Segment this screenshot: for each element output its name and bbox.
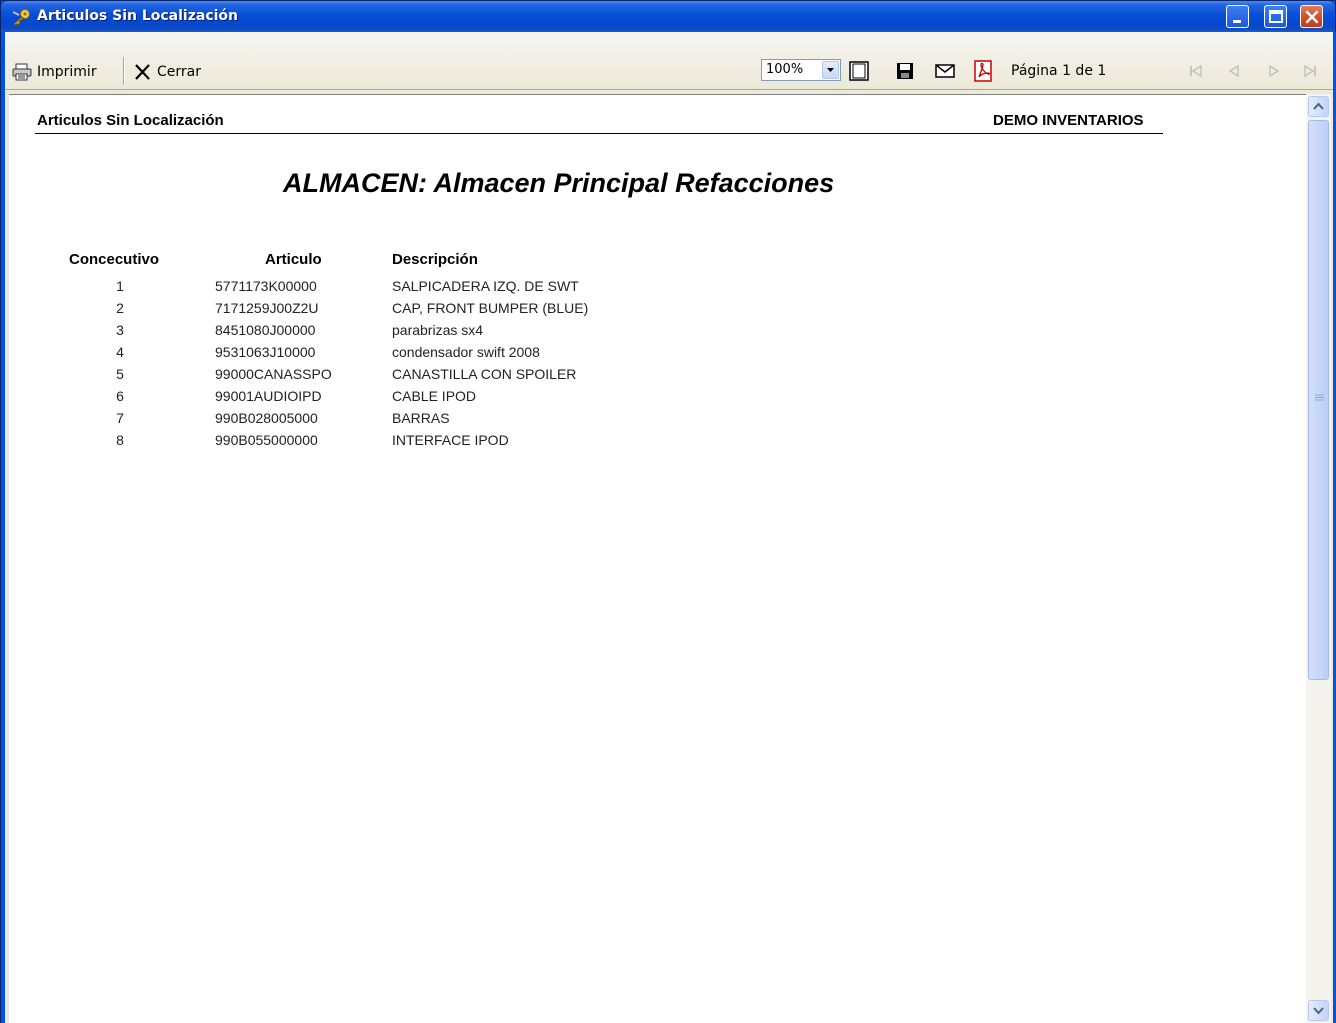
chevron-down-icon xyxy=(1313,1007,1324,1015)
row-articulo: 990B028005000 xyxy=(215,410,318,426)
row-articulo: 99000CANASSPO xyxy=(215,366,332,382)
table-row: 1 5771173K00000 SALPICADERA IZQ. DE SWT xyxy=(5,278,705,300)
grip-icon xyxy=(1315,394,1324,401)
table-row: 7 990B028005000 BARRAS xyxy=(5,410,705,432)
row-num: 3 xyxy=(116,322,124,338)
scroll-up-button[interactable] xyxy=(1308,96,1329,117)
row-descripcion: INTERFACE IPOD xyxy=(392,432,509,448)
column-header-num: Concecutivo xyxy=(69,251,160,268)
row-num: 6 xyxy=(116,388,124,404)
column-header-articulo: Articulo xyxy=(265,251,322,268)
row-descripcion: CABLE IPOD xyxy=(392,388,477,404)
close-icon xyxy=(1305,10,1319,24)
client-area: Imprimir Cerrar 100% Página 1 de 1 Artic… xyxy=(5,32,1333,1023)
report-window: Articulos Sin Localización Imprimir Cerr… xyxy=(0,0,1336,1023)
close-window-button[interactable] xyxy=(1300,5,1323,28)
table-row: 5 99000CANASSPO CANASTILLA CON SPOILER xyxy=(5,366,705,388)
row-num: 8 xyxy=(116,432,124,448)
row-descripcion: CANASTILLA CON SPOILER xyxy=(392,366,577,382)
column-header-descripcion: Descripción xyxy=(392,251,478,268)
report-header-title: Articulos Sin Localización xyxy=(37,112,224,129)
maximize-button[interactable] xyxy=(1264,5,1287,28)
title-bar[interactable]: Articulos Sin Localización xyxy=(1,1,1335,32)
window-title: Articulos Sin Localización xyxy=(37,8,239,24)
report-viewport[interactable]: Articulos Sin Localización DEMO INVENTAR… xyxy=(9,94,1306,1023)
chevron-up-icon xyxy=(1313,102,1324,110)
row-descripcion: CAP, FRONT BUMPER (BLUE) xyxy=(392,300,589,316)
minimize-button[interactable] xyxy=(1226,5,1249,28)
row-num: 7 xyxy=(116,410,124,426)
row-num: 5 xyxy=(116,366,124,382)
report-header-company: DEMO INVENTARIOS xyxy=(993,112,1144,129)
table-row: 8 990B055000000 INTERFACE IPOD xyxy=(5,432,705,454)
table-row: 2 7171259J00Z2U CAP, FRONT BUMPER (BLUE) xyxy=(5,300,705,322)
table-row: 6 99001AUDIOIPD CABLE IPOD xyxy=(5,388,705,410)
table-row: 4 9531063J10000 condensador swift 2008 xyxy=(5,344,705,366)
row-descripcion: BARRAS xyxy=(392,410,450,426)
row-articulo: 7171259J00Z2U xyxy=(215,300,319,316)
maximize-icon xyxy=(1269,10,1283,23)
row-articulo: 8451080J00000 xyxy=(215,322,316,338)
row-num: 1 xyxy=(116,278,124,294)
key-icon xyxy=(12,9,30,26)
report-title: ALMACEN: Almacen Principal Refacciones xyxy=(283,168,835,198)
row-num: 2 xyxy=(116,300,124,316)
table-row: 3 8451080J00000 parabrizas sx4 xyxy=(5,322,705,344)
row-articulo: 990B055000000 xyxy=(215,432,318,448)
scroll-thumb[interactable] xyxy=(1308,120,1329,680)
row-descripcion: condensador swift 2008 xyxy=(392,344,540,360)
row-articulo: 5771173K00000 xyxy=(215,278,317,294)
row-descripcion: parabrizas sx4 xyxy=(392,322,484,338)
row-articulo: 9531063J10000 xyxy=(215,344,316,360)
scroll-down-button[interactable] xyxy=(1308,1000,1329,1021)
minimize-icon xyxy=(1233,20,1241,23)
row-descripcion: SALPICADERA IZQ. DE SWT xyxy=(392,278,579,294)
row-articulo: 99001AUDIOIPD xyxy=(215,388,322,404)
header-divider xyxy=(35,133,1163,134)
row-num: 4 xyxy=(116,344,124,360)
vertical-scrollbar[interactable] xyxy=(1306,94,1331,1023)
